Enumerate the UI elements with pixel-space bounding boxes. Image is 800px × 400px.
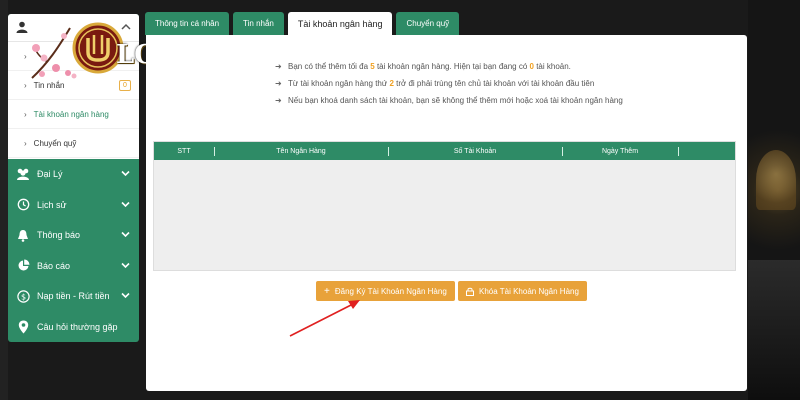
note-text: tài khoản.: [533, 62, 571, 71]
info-notes: ➜ Bạn có thể thêm tối đa 5 tài khoản ngâ…: [275, 62, 655, 113]
column-header-account-number: Số Tài Khoản: [453, 147, 497, 155]
note-text: trở đi phải trùng tên chủ tài khoản với …: [393, 79, 595, 88]
column-divider: [678, 147, 679, 156]
sidebar-item-reports[interactable]: Báo cáo: [8, 251, 139, 282]
sidebar-item-label: Thông báo: [37, 230, 81, 241]
location-pin-icon: [16, 320, 30, 334]
chevron-right-icon: ›: [24, 109, 27, 119]
background-dome: [756, 150, 796, 210]
bank-account-table: STT Tên Ngân Hàng Số Tài Khoản Ngày Thêm: [153, 141, 736, 271]
table-header: STT Tên Ngân Hàng Số Tài Khoản Ngày Thêm: [154, 142, 735, 160]
button-label: Đăng Ký Tài Khoản Ngân Hàng: [334, 286, 447, 296]
tab-transfer[interactable]: Chuyển quỹ: [396, 12, 460, 35]
sidebar-item-history[interactable]: Lịch sử: [8, 190, 139, 221]
note-text: Bạn có thể thêm tối đa: [288, 62, 371, 71]
chevron-down-icon: [121, 201, 130, 207]
users-icon: [16, 167, 30, 181]
register-bank-account-button[interactable]: + Đăng Ký Tài Khoản Ngân Hàng: [316, 281, 455, 301]
history-icon: [16, 198, 30, 212]
note-same-owner: ➜ Từ tài khoản ngân hàng thứ 2 trở đi ph…: [275, 79, 655, 89]
chevron-down-icon: [121, 262, 130, 268]
dollar-icon: $: [16, 289, 30, 303]
sidebar-item-bank-account[interactable]: › Tài khoản ngân hàng: [8, 100, 139, 129]
arrow-right-icon: ➜: [275, 62, 282, 71]
svg-text:$: $: [20, 292, 25, 301]
tab-personal-info[interactable]: Thông tin cá nhân: [145, 12, 230, 35]
lock-icon: [466, 287, 474, 296]
tab-bank-account[interactable]: Tài khoản ngân hàng: [287, 12, 393, 35]
arrow-right-icon: ➜: [275, 79, 282, 88]
arrow-right-icon: ➜: [275, 96, 282, 105]
column-header-bank-name: Tên Ngân Hàng: [276, 147, 326, 155]
sidebar-item-notifications[interactable]: Thông báo: [8, 220, 139, 251]
tab-messages[interactable]: Tin nhắn: [233, 12, 284, 35]
plus-icon: +: [324, 285, 330, 297]
user-icon: [16, 21, 28, 33]
chevron-down-icon: [121, 170, 130, 177]
background-lights: [748, 260, 800, 400]
chevron-right-icon: ›: [24, 51, 27, 61]
bell-icon: [16, 228, 30, 242]
logo-emblem-icon: [31, 22, 124, 79]
sidebar-item-label: Lịch sử: [37, 199, 67, 210]
bank-account-panel: ➜ Bạn có thể thêm tối đa 5 tài khoản ngâ…: [146, 35, 747, 391]
sidebar-item-label: Nạp tiền - Rút tiền: [37, 291, 110, 302]
chevron-down-icon: [121, 292, 130, 299]
note-text: Nếu bạn khoá danh sách tài khoản, bạn sẽ…: [288, 96, 623, 105]
chevron-down-icon: [121, 231, 130, 238]
note-max-accounts: ➜ Bạn có thể thêm tối đa 5 tài khoản ngâ…: [275, 62, 655, 72]
sidebar-item-label: Báo cáo: [37, 260, 71, 271]
sidebar-item-agent[interactable]: Đại Lý: [8, 159, 139, 190]
sidebar-item-label: Chuyển quỹ: [33, 138, 77, 148]
sidebar-item-transfer[interactable]: › Chuyển quỹ: [8, 129, 139, 158]
note-text: Từ tài khoản ngân hàng thứ: [288, 79, 390, 88]
sidebar-item-label: Tài khoản ngân hàng: [33, 109, 109, 119]
sidebar-item-label: Đại Lý: [37, 169, 63, 180]
column-header-stt: STT: [177, 147, 191, 155]
sidebar-item-faq[interactable]: Câu hỏi thường gặp: [8, 312, 139, 343]
column-header-date-added: Ngày Thêm: [601, 147, 639, 155]
chevron-right-icon: ›: [24, 80, 27, 90]
background-scenery: [748, 0, 800, 400]
pie-chart-icon: [16, 259, 30, 273]
sidebar-item-deposit-withdraw[interactable]: $ Nạp tiền - Rút tiền: [8, 281, 139, 312]
chevron-right-icon: ›: [24, 138, 27, 148]
sidebar-item-label: Câu hỏi thường gặp: [37, 321, 118, 332]
lock-bank-account-button[interactable]: Khóa Tài Khoản Ngân Hàng: [458, 281, 587, 301]
tab-bar: Thông tin cá nhân Tin nhắn Tài khoản ngâ…: [145, 12, 460, 35]
note-text: tài khoản ngân hàng. Hiện tại bạn đang c…: [374, 62, 530, 71]
background-strip: [0, 0, 8, 400]
button-label: Khóa Tài Khoản Ngân Hàng: [479, 286, 579, 296]
note-lock-warning: ➜ Nếu bạn khoá danh sách tài khoản, bạn …: [275, 96, 655, 106]
